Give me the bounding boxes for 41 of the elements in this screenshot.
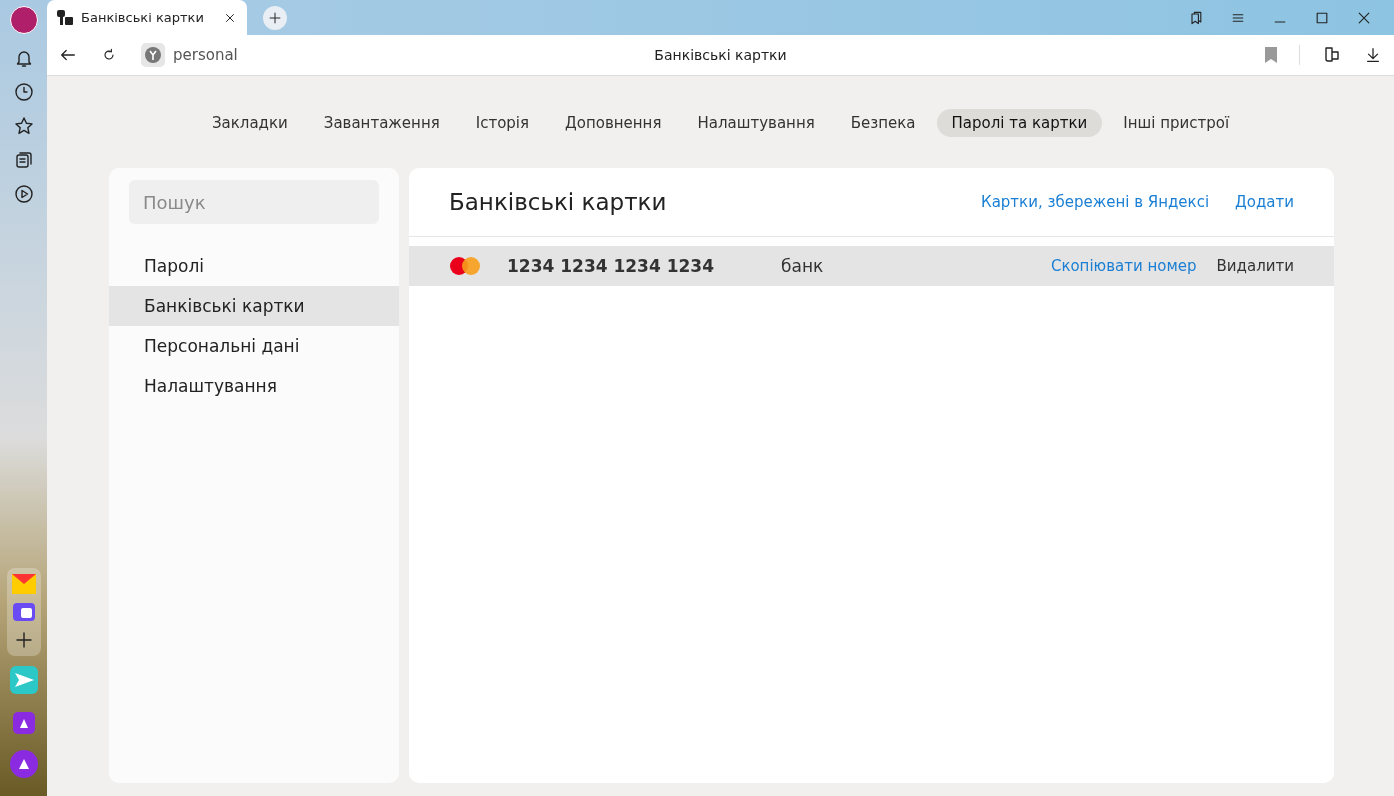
nav-tab[interactable]: Завантаження: [308, 109, 455, 137]
cards-icon[interactable]: [13, 150, 34, 170]
link[interactable]: Картки, збережені в Яндексі: [981, 193, 1210, 211]
nav-tab[interactable]: Доповнення: [550, 109, 677, 137]
download-icon[interactable]: [1364, 46, 1382, 64]
new-tab-button[interactable]: [263, 6, 287, 30]
nav-tab[interactable]: Паролі та картки: [936, 109, 1103, 137]
nav-tab[interactable]: Налаштування: [682, 109, 830, 137]
sidebar-item[interactable]: Налаштування: [109, 366, 399, 406]
bookmarks-icon[interactable]: [1188, 9, 1204, 26]
reload-icon[interactable]: [101, 47, 117, 63]
browser-tab[interactable]: Банківські картки: [47, 0, 247, 35]
sidebar-item[interactable]: Паролі: [109, 246, 399, 286]
link[interactable]: Додати: [1235, 193, 1294, 211]
clock-icon[interactable]: [13, 82, 34, 102]
card-brand-icon: [449, 256, 481, 276]
key-icon: [57, 9, 73, 26]
paper-plane-icon[interactable]: [9, 666, 38, 694]
sidebar-item[interactable]: Банківські картки: [109, 286, 399, 326]
card-number: 1234 1234 1234 1234: [507, 256, 715, 276]
app-icon[interactable]: [11, 602, 36, 622]
play-icon[interactable]: [13, 184, 34, 204]
plus-icon: [268, 11, 282, 25]
assistant-icon[interactable]: [9, 750, 38, 778]
nav-tab[interactable]: Безпека: [835, 109, 931, 137]
plus-icon[interactable]: [13, 630, 34, 650]
nav-tab[interactable]: Інші пристрої: [1108, 109, 1245, 137]
search-field[interactable]: Пошук: [129, 180, 379, 224]
page-title: Банківські картки: [654, 47, 787, 63]
card-row[interactable]: 1234 1234 1234 1234 банк Скопіювати номер Видалити: [409, 246, 1334, 286]
avatar[interactable]: [9, 6, 38, 34]
site-icon: [141, 43, 165, 67]
bookmark-icon[interactable]: [1265, 47, 1277, 63]
delete-link[interactable]: Видалити: [1216, 257, 1294, 275]
star-icon[interactable]: [13, 116, 34, 136]
panel-title: Банківські картки: [449, 189, 667, 215]
address-field[interactable]: personal: [173, 46, 238, 64]
sidebar-item[interactable]: Персональні дані: [109, 326, 399, 366]
nav-tab[interactable]: Закладки: [196, 109, 303, 137]
nav-tab[interactable]: Історія: [460, 109, 545, 137]
bank-name: банк: [781, 256, 824, 276]
